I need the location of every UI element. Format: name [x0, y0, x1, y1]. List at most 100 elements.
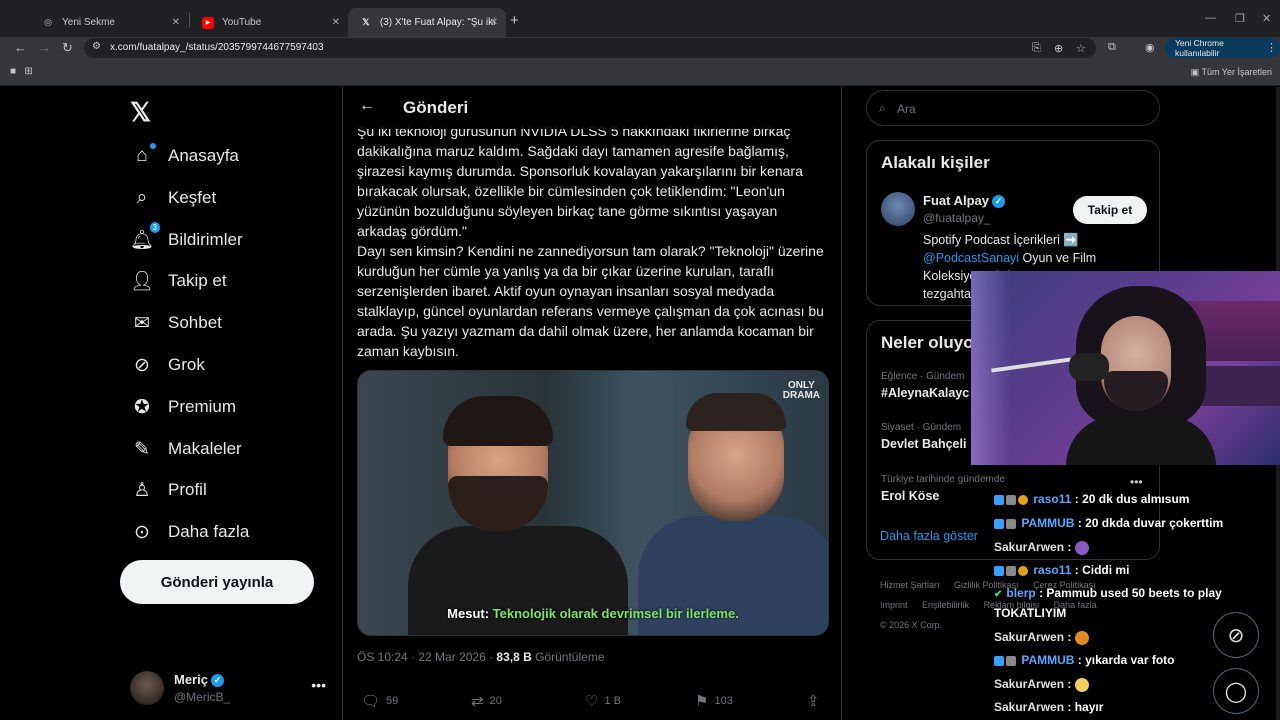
chat-message: SakurArwen :: [994, 677, 1090, 692]
reply-button[interactable]: 🗨︎ 59: [361, 692, 398, 710]
repost-button[interactable]: ⇄ 20: [471, 692, 502, 710]
more-icon: ⊙: [134, 521, 150, 543]
nav-home[interactable]: ⌂ Anasayfa: [130, 136, 239, 176]
hair: [443, 396, 553, 446]
nav-articles[interactable]: ✎ Makaleler: [130, 429, 242, 469]
reload-icon[interactable]: ↻: [62, 40, 73, 56]
account-name-row: Meriç ✓: [174, 672, 224, 688]
nav-profile[interactable]: ♙ Profil: [130, 470, 206, 510]
page-title: Gönderi: [403, 98, 469, 117]
mail-icon: ✉: [134, 312, 150, 334]
show-more-link[interactable]: Daha fazla göster: [880, 529, 978, 543]
caption-speaker: Mesut:: [447, 606, 490, 621]
tab-new-tab[interactable]: ◎ Yeni Sekme ✕: [30, 8, 188, 37]
trend-item[interactable]: Eğlence · Gündem #AleynaKalayc: [881, 371, 969, 400]
trend-context: Siyaset · Gündem: [881, 422, 962, 433]
post-video[interactable]: ONLY DRAMA Mesut: Teknolojik olarak devri…: [357, 370, 829, 636]
nav-grok[interactable]: ⊘ Grok: [130, 345, 205, 385]
trend-name: Erol Köse: [881, 489, 940, 503]
trend-context: Eğlence · Gündem: [881, 371, 965, 382]
nav-premium[interactable]: ✪ Premium: [130, 387, 236, 427]
account-switcher[interactable]: Meriç ✓ @MericB_ •••: [130, 667, 340, 711]
chat-bubble-icon: ◯: [1224, 680, 1248, 703]
profile-icon[interactable]: ◉: [1145, 41, 1155, 54]
x-logo-icon[interactable]: 𝕏: [130, 97, 151, 128]
chat-username: SakurArwen: [994, 630, 1065, 644]
bio-link[interactable]: @PodcastSanayi: [923, 251, 1019, 265]
badge-icon: [994, 565, 1004, 576]
nav-follow[interactable]: 👤︎ Takip et: [130, 261, 227, 301]
grok-fab-button[interactable]: ⊘: [1213, 612, 1259, 658]
badge-icon: [1006, 494, 1016, 505]
add-user-icon: 👤︎: [130, 271, 155, 292]
nav-chat[interactable]: ✉ Sohbet: [130, 303, 222, 343]
install-icon[interactable]: ⎘: [1032, 42, 1041, 55]
avatar[interactable]: [881, 192, 915, 226]
back-icon[interactable]: ←: [14, 40, 27, 55]
close-icon[interactable]: ✕: [490, 17, 498, 28]
nav-label: Daha fazla: [168, 522, 250, 541]
back-arrow-icon[interactable]: ←: [359, 97, 375, 115]
footer-link[interactable]: Hizmet Şartları: [880, 580, 940, 590]
zoom-icon[interactable]: ⊕: [1054, 42, 1063, 55]
close-icon[interactable]: ✕: [332, 17, 340, 28]
forward-icon[interactable]: →: [38, 40, 51, 55]
bookmark-button[interactable]: ⚑ 103: [695, 692, 733, 710]
trend-name: #AleynaKalayc: [881, 386, 970, 400]
emote-icon: [1075, 630, 1090, 645]
trend-item[interactable]: Türkiye tarihinde gündemde Erol Köse: [881, 474, 1005, 503]
nav-explore[interactable]: ⌕ Keşfet: [130, 178, 217, 218]
search-input[interactable]: ⌕ Ara: [866, 90, 1160, 126]
post-actions: 🗨︎ 59 ⇄ 20 ♡ 1 B ⚑ 103 ⇪: [357, 692, 827, 712]
nav-label: Grok: [168, 355, 205, 374]
chat-text: TOKATLIYIM: [994, 606, 1067, 620]
site-info-icon[interactable]: ⚙: [92, 41, 101, 52]
nav-notifications[interactable]: 🔔︎ 3 Bildirimler: [130, 220, 243, 260]
tab-title: Yeni Sekme: [62, 17, 115, 28]
badge-icon: [1018, 565, 1028, 576]
browser-toolbar: ← → ↻ ⚙ x.com/fuatalpay_/status/20357997…: [0, 37, 1280, 60]
all-bookmarks[interactable]: ▣ Tüm Yer İşaretleri: [1191, 67, 1272, 78]
channel-watermark: ONLY DRAMA: [783, 381, 820, 401]
verified-badge-icon: ✓: [991, 195, 1005, 209]
badge-icon: [1006, 655, 1016, 666]
apps-icon[interactable]: ■ ⊞: [10, 66, 33, 77]
article-icon: ✎: [134, 438, 150, 460]
nav-label: Keşfet: [168, 188, 217, 207]
reply-icon: 🗨︎: [361, 693, 381, 710]
share-button[interactable]: ⇪: [807, 692, 826, 710]
restore-icon[interactable]: ❐: [1235, 12, 1245, 25]
footer-link[interactable]: Erişilebilirlik: [922, 600, 969, 610]
chat-message: raso11 : 20 dk dus almısum: [994, 492, 1189, 506]
chrome-update-button[interactable]: Yeni Chrome kullanılabilir: [1165, 38, 1280, 58]
extensions-icon[interactable]: ⧉: [1108, 41, 1116, 54]
bookmark-star-icon[interactable]: ☆: [1076, 42, 1086, 55]
like-button[interactable]: ♡ 1 B: [585, 692, 621, 710]
menu-icon[interactable]: ⋮: [1266, 41, 1277, 54]
nav-label: Makaleler: [168, 439, 242, 458]
address-bar[interactable]: ⚙ x.com/fuatalpay_/status/20357997446775…: [84, 38, 1096, 58]
related-name-row[interactable]: Fuat Alpay ✓: [923, 193, 1005, 209]
messages-fab-button[interactable]: ◯: [1213, 668, 1259, 714]
url-text[interactable]: x.com/fuatalpay_/status/2035799744677597…: [110, 42, 324, 53]
post-timestamp[interactable]: ÖS 10:24 · 22 Mar 2026 ·: [357, 650, 493, 664]
new-tab-icon[interactable]: +: [510, 12, 519, 29]
footer-link[interactable]: Imprint: [880, 600, 908, 610]
trend-item[interactable]: Siyaset · Gündem Devlet Bahçeli: [881, 422, 966, 451]
nav-more[interactable]: ⊙ Daha fazla: [130, 512, 249, 552]
reply-count: 59: [386, 695, 399, 707]
follow-button[interactable]: Takip et: [1073, 196, 1147, 224]
close-window-icon[interactable]: ✕: [1262, 12, 1271, 25]
left-sidebar: 𝕏 ⌂ Anasayfa ⌕ Keşfet 🔔︎ 3 Bildirimler 👤︎ Tak…: [120, 87, 340, 720]
post-text: Şu iki teknoloji gurusunun NVIDIA DLSS 5…: [357, 121, 827, 361]
more-options-icon[interactable]: •••: [311, 677, 326, 693]
verified-badge-icon: ✓: [210, 674, 224, 688]
notification-dot: [150, 143, 156, 149]
minimize-icon[interactable]: —: [1205, 12, 1216, 24]
tab-x-post[interactable]: 𝕏 (3) X'te Fuat Alpay: "Şu iki tekn… ✕: [348, 8, 506, 37]
tab-youtube[interactable]: ▶ YouTube ✕: [190, 8, 348, 37]
post-button[interactable]: Gönderi yayınla: [120, 560, 314, 604]
close-icon[interactable]: ✕: [172, 17, 180, 28]
chat-text: :: [1067, 540, 1072, 554]
watermark-line: DRAMA: [782, 390, 820, 401]
